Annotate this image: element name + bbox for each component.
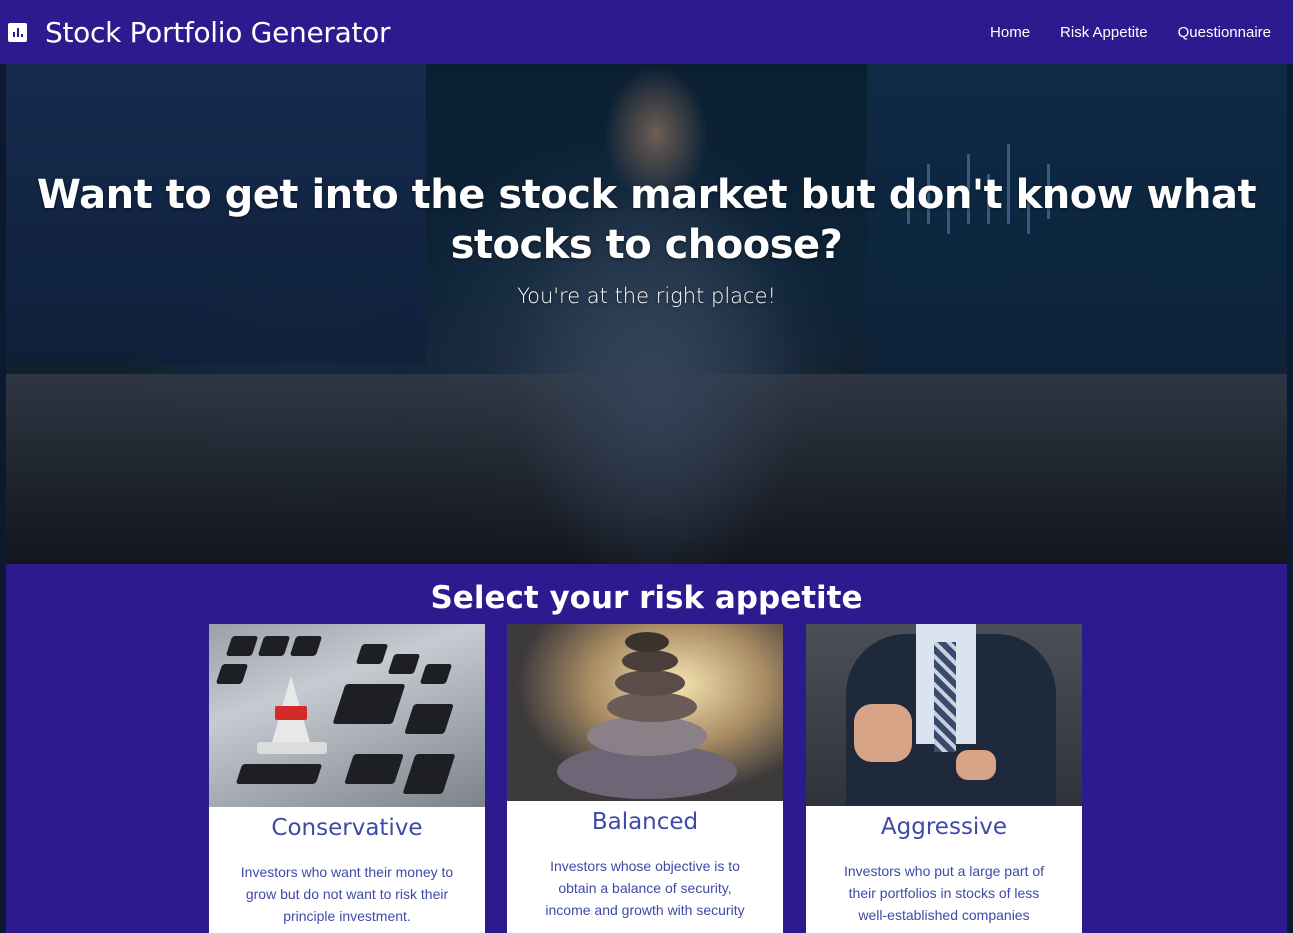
risk-card-aggressive[interactable]: Aggressive Investors who put a large par… [806, 624, 1082, 933]
card-desc-aggressive: Investors who put a large part of their … [844, 863, 1044, 923]
nav-link-risk-appetite[interactable]: Risk Appetite [1060, 24, 1148, 41]
nav-link-questionnaire[interactable]: Questionnaire [1178, 24, 1271, 41]
brand-title[interactable]: Stock Portfolio Generator [45, 16, 390, 49]
card-desc-conservative: Investors who want their money to grow b… [240, 864, 454, 924]
card-desc-balanced: Investors whose objective is to obtain a… [545, 858, 745, 918]
hero-subtitle: You're at the right place! [517, 284, 776, 308]
risk-card-balanced[interactable]: Balanced Investors whose objective is to… [507, 624, 783, 933]
hero-title: Want to get into the stock market but do… [36, 172, 1257, 268]
conservative-image [209, 624, 485, 807]
nav-link-home[interactable]: Home [990, 24, 1030, 41]
bar-chart-icon [8, 22, 27, 42]
card-title-balanced: Balanced [591, 809, 699, 835]
hero-overlay [6, 64, 1287, 564]
top-navbar: Stock Portfolio Generator Home Risk Appe… [0, 0, 1293, 64]
nav-links: Home Risk Appetite Questionnaire [990, 0, 1271, 64]
risk-card-conservative[interactable]: Conservative Investors who want their mo… [209, 624, 485, 933]
card-title-aggressive: Aggressive [880, 814, 1008, 840]
risk-appetite-heading: Select your risk appetite [430, 580, 863, 616]
balanced-image [507, 624, 783, 801]
risk-appetite-section: Select your risk appetite Conservative I… [6, 564, 1287, 933]
aggressive-image [806, 624, 1082, 806]
hero-banner: Want to get into the stock market but do… [6, 64, 1287, 564]
card-title-conservative: Conservative [271, 815, 423, 841]
